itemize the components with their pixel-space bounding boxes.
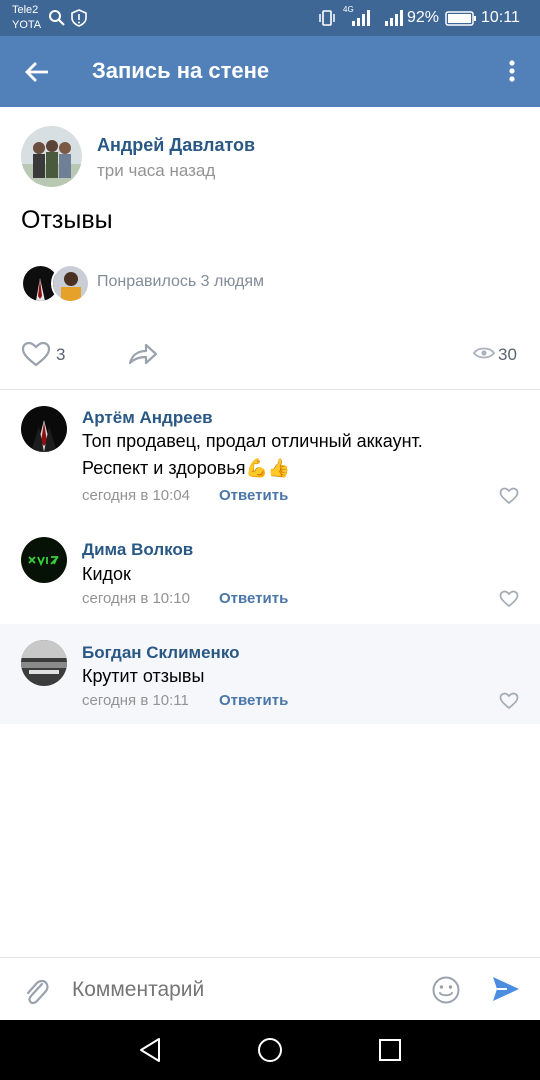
comment-author[interactable]: Богдан Склименко (82, 643, 239, 663)
reply-button[interactable]: Ответить (219, 487, 288, 504)
share-icon[interactable] (127, 341, 159, 367)
emoji-icon[interactable] (431, 975, 461, 1005)
comment-like-icon[interactable] (499, 590, 519, 608)
comment-time: сегодня в 10:10 (82, 590, 190, 607)
reply-button[interactable]: Ответить (219, 590, 288, 607)
search-icon (49, 10, 65, 26)
comment-avatar[interactable] (21, 537, 67, 583)
comment-like-icon[interactable] (499, 487, 519, 505)
carrier-1: Tele2 (12, 4, 39, 16)
system-nav-bar (0, 1020, 540, 1080)
back-button[interactable] (24, 60, 50, 84)
liked-by-text[interactable]: Понравилось 3 людям (97, 273, 264, 291)
vibrate-icon (319, 10, 335, 26)
page-title: Запись на стене (92, 58, 270, 83)
attach-icon[interactable] (22, 975, 50, 1007)
send-icon[interactable] (491, 975, 521, 1003)
signal-icon-2 (385, 10, 403, 26)
comment-avatar[interactable] (21, 640, 67, 686)
post-text: Отзывы (21, 206, 113, 234)
comment-text-line2: Респект и здоровья💪👍 (82, 458, 291, 478)
comment-input[interactable] (70, 972, 414, 1008)
views-icon (473, 347, 495, 359)
app-bar: Запись на стене (0, 36, 540, 107)
status-bar: Tele2 YOTA 4G 92% 10:11 (0, 0, 540, 36)
clock: 10:11 (481, 9, 520, 26)
comment-like-icon[interactable] (499, 692, 519, 710)
comment-input-bar (0, 957, 540, 1021)
comment-time: сегодня в 10:11 (82, 692, 189, 709)
comment-highlight (0, 624, 540, 724)
comment-time: сегодня в 10:04 (82, 487, 190, 504)
comment-text-line1: Топ продавец, продал отличный аккаунт. (82, 431, 423, 451)
comment-author[interactable]: Артём Андреев (82, 408, 213, 428)
comment-text-line1: Крутит отзывы (82, 666, 205, 686)
divider (0, 389, 540, 390)
comment-emoji: 💪👍 (245, 458, 291, 478)
views-count: 30 (498, 345, 517, 364)
shield-alert-icon (71, 9, 87, 27)
likes-count: 3 (56, 345, 66, 364)
post-time: три часа назад (97, 161, 216, 180)
home-nav-icon[interactable] (257, 1037, 283, 1063)
comment-avatar[interactable] (21, 406, 67, 452)
recents-nav-icon[interactable] (378, 1038, 402, 1062)
carrier-2: YOTA (12, 19, 42, 31)
back-nav-icon[interactable] (138, 1037, 162, 1063)
signal-icon (352, 10, 370, 26)
author-avatar[interactable] (21, 126, 82, 187)
comment-author[interactable]: Дима Волков (82, 540, 193, 560)
post-author-name[interactable]: Андрей Давлатов (97, 135, 255, 156)
battery-icon (445, 11, 476, 26)
liker-avatar-2[interactable] (51, 264, 90, 303)
reply-button[interactable]: Ответить (219, 692, 288, 709)
comment-text-line1: Кидок (82, 564, 131, 584)
like-icon[interactable] (21, 341, 51, 367)
battery-percent: 92% (407, 9, 440, 26)
more-vertical-icon[interactable] (502, 58, 522, 86)
